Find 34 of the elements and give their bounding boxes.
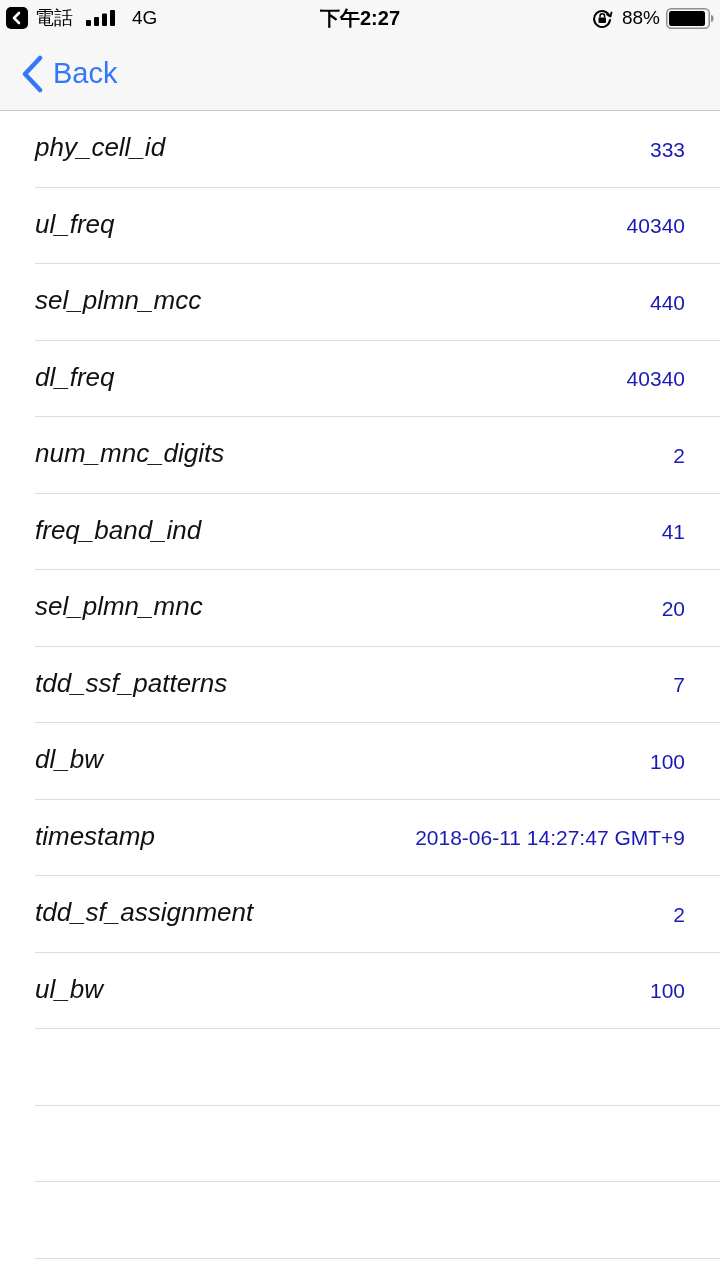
signal-bars-icon: [86, 10, 116, 26]
network-type: 4G: [132, 7, 158, 29]
field-value: 7: [673, 672, 685, 698]
field-name: timestamp: [35, 820, 155, 852]
field-value: 100: [649, 978, 685, 1004]
back-to-app-icon[interactable]: [6, 7, 28, 29]
field-name: tdd_sf_assignment: [35, 897, 254, 929]
field-name: ul_bw: [35, 973, 103, 1005]
rotation-lock-icon: [591, 7, 613, 29]
clock-time: 下午2:27: [320, 5, 400, 31]
battery-percentage: 88%: [621, 7, 660, 29]
chevron-left-icon: [20, 54, 44, 93]
field-name: tdd_ssf_patterns: [35, 667, 228, 699]
field-name: freq_band_ind: [35, 514, 202, 546]
field-name: dl_freq: [35, 361, 115, 393]
field-value: 333: [649, 136, 685, 162]
field-name: phy_cell_id: [35, 132, 166, 164]
field-value: 440: [649, 289, 685, 315]
field-value: 41: [661, 519, 685, 545]
field-value: 2: [673, 901, 685, 927]
field-name: sel_plmn_mnc: [35, 591, 203, 623]
field-name: sel_plmn_mcc: [35, 285, 202, 317]
back-button[interactable]: Back: [20, 54, 118, 93]
field-value: 2: [673, 442, 685, 468]
field-value: 20: [661, 595, 685, 621]
field-value: 2018-06-11 14:27:47 GMT+9: [415, 825, 685, 851]
battery-icon: [666, 7, 714, 29]
field-value: 100: [649, 748, 685, 774]
field-name: dl_bw: [35, 744, 103, 776]
field-value: 40340: [626, 366, 685, 392]
field-name: num_mnc_digits: [35, 438, 225, 470]
app-label[interactable]: 電話: [35, 5, 73, 31]
field-name: ul_freq: [35, 208, 115, 240]
field-value: 40340: [626, 213, 685, 239]
